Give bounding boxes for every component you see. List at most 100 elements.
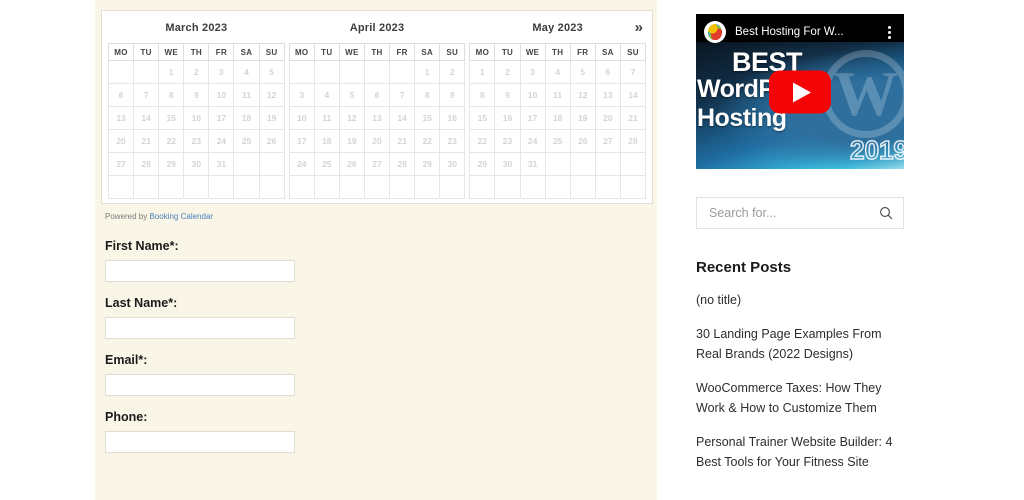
kebab-dot (887, 25, 891, 29)
calendar-day-selectable[interactable]: 3 (288, 83, 315, 107)
calendar-day-selectable[interactable]: 11 (544, 83, 571, 107)
calendar-day-selectable[interactable]: 17 (288, 129, 315, 153)
calendar-day-selectable[interactable]: 21 (619, 106, 647, 130)
email-input[interactable] (105, 374, 295, 396)
calendar-day: 22 (414, 129, 441, 153)
month-title: April 2023 (349, 22, 405, 34)
calendar-day-selectable[interactable]: 27 (107, 152, 135, 176)
calendar-day-selectable[interactable]: 14 (389, 106, 416, 130)
calendar-day-selectable[interactable]: 30 (494, 152, 521, 176)
calendar-day (133, 60, 160, 84)
calendar-day-selectable[interactable]: 9 (439, 83, 466, 107)
calendar-day-selectable[interactable]: 27 (363, 152, 391, 176)
calendar-day: 18 (233, 106, 260, 130)
calendar-day-selectable[interactable]: 10 (288, 106, 315, 130)
calendar-day: 21 (133, 129, 160, 153)
calendar-day-selectable[interactable]: 25 (313, 152, 340, 176)
calendar-day-selectable[interactable]: 7 (389, 83, 416, 107)
channel-avatar-icon[interactable] (704, 21, 726, 43)
parrot-logo-icon (708, 24, 722, 40)
calendar-day (107, 60, 135, 84)
booking-calendar-link[interactable]: Booking Calendar (149, 212, 213, 221)
calendar-day (233, 175, 260, 199)
calendar-day-selectable[interactable]: 23 (494, 129, 521, 153)
phone-input[interactable] (105, 431, 295, 453)
calendar-day-selectable[interactable]: 24 (519, 129, 546, 153)
calendar-day-selectable[interactable]: 20 (363, 129, 391, 153)
calendar-day-selectable[interactable]: 19 (338, 129, 365, 153)
field-last-name: Last Name*: (105, 296, 645, 339)
recent-post-item[interactable]: (no title) (696, 290, 904, 310)
calendar-day-selectable[interactable]: 13 (363, 106, 391, 130)
calendar-day-selectable[interactable]: 26 (258, 129, 285, 153)
more-options-kebab-icon[interactable] (882, 24, 896, 41)
calendar-day-selectable[interactable]: 26 (338, 152, 365, 176)
calendar-day: 25 (233, 129, 260, 153)
calendar-day (363, 60, 391, 84)
calendar-day-selectable[interactable]: 15 (469, 106, 496, 130)
calendar-day-selectable[interactable]: 6 (363, 83, 391, 107)
booking-calendar-widget: March 2023 MO TU WE TH FR SA SU 12345678… (101, 10, 653, 204)
calendar-day-selectable[interactable]: 1 (469, 60, 496, 84)
calendar-day-selectable[interactable]: 16 (494, 106, 521, 130)
calendar-day-selectable[interactable]: 28 (133, 152, 160, 176)
calendar-day-selectable[interactable]: 26 (569, 129, 596, 153)
calendar-day-selectable[interactable]: 29 (158, 152, 185, 176)
calendar-day-selectable[interactable]: 10 (519, 83, 546, 107)
recent-posts-list: (no title) 30 Landing Page Examples From… (696, 290, 904, 472)
search-input[interactable] (707, 205, 879, 221)
weekday-su: SU (619, 43, 647, 61)
calendar-day (594, 152, 621, 176)
calendar-day-selectable[interactable]: 2 (494, 60, 521, 84)
calendar-day-selectable[interactable]: 3 (519, 60, 546, 84)
calendar-day-selectable[interactable]: 2 (439, 60, 466, 84)
calendar-day (133, 175, 160, 199)
search-widget[interactable] (696, 197, 904, 229)
last-name-input[interactable] (105, 317, 295, 339)
recent-post-item[interactable]: WooCommerce Taxes: How They Work & How t… (696, 378, 904, 418)
calendar-day-selectable[interactable]: 17 (519, 106, 546, 130)
calendar-day-selectable[interactable]: 23 (439, 129, 466, 153)
calendar-day-selectable[interactable]: 8 (469, 83, 496, 107)
calendar-day-selectable[interactable]: 29 (469, 152, 496, 176)
calendar-day-selectable[interactable]: 25 (544, 129, 571, 153)
calendar-day-selectable[interactable]: 30 (183, 152, 210, 176)
recent-post-item[interactable]: Personal Trainer Website Builder: 4 Best… (696, 432, 904, 472)
weekday-we: WE (519, 43, 546, 61)
calendar-day-selectable[interactable]: 24 (288, 152, 315, 176)
calendar-day: 9 (183, 83, 210, 107)
calendar-day-selectable[interactable]: 9 (494, 83, 521, 107)
calendar-day-selectable[interactable]: 4 (313, 83, 340, 107)
calendar-day-selectable[interactable]: 31 (208, 152, 235, 176)
calendar-day-selectable[interactable]: 12 (338, 106, 365, 130)
youtube-video-embed[interactable]: Best Hosting For W... W BEST WordPress H… (696, 14, 904, 169)
calendar-day-selectable[interactable]: 18 (544, 106, 571, 130)
first-name-input[interactable] (105, 260, 295, 282)
calendar-day-selectable[interactable]: 14 (619, 83, 647, 107)
search-icon[interactable] (879, 206, 893, 220)
calendar-day-selectable[interactable]: 11 (313, 106, 340, 130)
video-title[interactable]: Best Hosting For W... (735, 26, 882, 38)
calendar-day-selectable[interactable]: 31 (519, 152, 546, 176)
calendar-day: 23 (183, 129, 210, 153)
calendar-day-selectable[interactable]: 18 (313, 129, 340, 153)
next-months-chevron-icon[interactable]: » (632, 20, 646, 36)
calendar-day-selectable[interactable]: 28 (389, 152, 416, 176)
recent-post-item[interactable]: 30 Landing Page Examples From Real Brand… (696, 324, 904, 364)
calendar-day-selectable[interactable]: 21 (389, 129, 416, 153)
calendar-day-selectable[interactable]: 24 (208, 129, 235, 153)
calendar-day-selectable[interactable]: 22 (469, 129, 496, 153)
calendar-day (158, 175, 185, 199)
calendar-day (619, 175, 647, 199)
calendar-day-selectable[interactable]: 30 (439, 152, 466, 176)
calendar-day-selectable[interactable]: 4 (544, 60, 571, 84)
play-button-icon[interactable] (769, 70, 831, 113)
calendar-day-selectable[interactable]: 5 (338, 83, 365, 107)
calendar-day-selectable[interactable]: 12 (569, 83, 596, 107)
calendar-day-selectable[interactable]: 28 (619, 129, 647, 153)
calendar-day-selectable[interactable]: 19 (569, 106, 596, 130)
calendar-day (389, 175, 416, 199)
calendar-day-selectable[interactable]: 5 (569, 60, 596, 84)
calendar-day-selectable[interactable]: 7 (619, 60, 647, 84)
calendar-day-selectable[interactable]: 16 (439, 106, 466, 130)
